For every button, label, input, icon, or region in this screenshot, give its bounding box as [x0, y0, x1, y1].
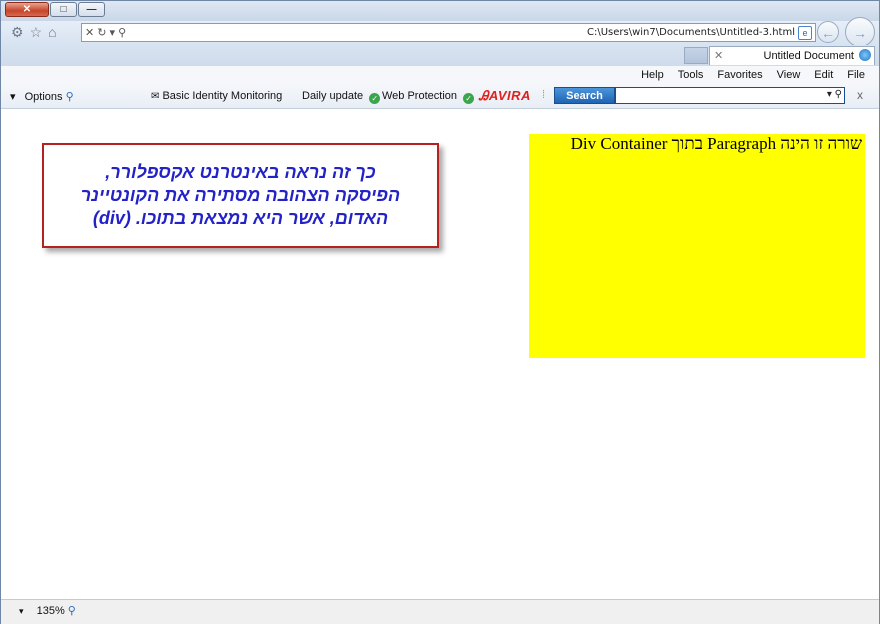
menu-edit[interactable]: Edit [814, 69, 833, 81]
search-dropdown-icon[interactable]: ▾ ⚲ [827, 89, 842, 100]
menu-tools[interactable]: Tools [678, 69, 704, 81]
close-window-button[interactable]: ✕ [5, 2, 49, 17]
search-input[interactable]: ▾ ⚲ [615, 87, 845, 104]
minimize-window-button[interactable]: — [78, 2, 105, 17]
search-button[interactable]: Search [554, 87, 615, 104]
address-controls[interactable]: ✕ ↻ ▾ ⚲ [85, 26, 126, 39]
home-icon[interactable]: ⌂ [48, 24, 56, 41]
daily-update-label: Daily update [302, 90, 364, 102]
web-protection-button[interactable]: Web Protection ✓ [382, 90, 475, 104]
avira-logo: ᎯAVIRA [479, 88, 531, 104]
page-icon: e [798, 26, 812, 40]
forward-button[interactable]: → [845, 17, 875, 47]
tab-title: Untitled Document [763, 50, 855, 62]
tab-close-icon[interactable]: ✕ [714, 49, 723, 62]
daily-update-button[interactable]: Daily update ✓ [302, 90, 381, 104]
restore-window-button[interactable]: □ [50, 2, 77, 17]
check-icon: ✓ [463, 93, 475, 104]
chevron-down-icon: ▾ [19, 606, 24, 616]
identity-label: Basic Identity Monitoring [162, 90, 283, 102]
new-tab-button[interactable] [684, 47, 708, 64]
web-protection-label: Web Protection [382, 90, 458, 102]
chevron-down-icon: ▾ [10, 91, 16, 103]
zoom-icon: ⚲ [67, 605, 76, 617]
envelope-icon: ✉ [151, 91, 160, 102]
back-button[interactable]: ← [817, 21, 839, 43]
menu-bar: Help Tools Favorites View Edit File [1, 66, 879, 84]
callout-text: כך זה נראה באינטרנט אקספלורר, הפיסקה הצה… [80, 162, 401, 228]
red-div-container: כך זה נראה באינטרנט אקספלורר, הפיסקה הצה… [42, 143, 439, 248]
browser-window: ✕ □ — ⚙ ☆ ⌂ ✕ ↻ ▾ ⚲ C:\Users\win7\Docume… [0, 0, 880, 624]
zoom-level: 135% [36, 605, 65, 617]
star-icon[interactable]: ☆ [30, 24, 43, 41]
toolbar-close-icon[interactable]: x [857, 88, 863, 102]
yellow-paragraph-container: שורה זו הינה Paragraph בתוך Div Containe… [529, 134, 865, 358]
gear-icon[interactable]: ⚙ [11, 24, 24, 41]
menu-favorites[interactable]: Favorites [717, 69, 762, 81]
title-bar: ✕ □ — [1, 1, 879, 21]
paragraph-text: שורה זו הינה Paragraph בתוך Div Containe… [570, 134, 862, 153]
toolbar-separator-icon: ⁞ [542, 89, 546, 101]
tab-untitled-document[interactable]: ✕ Untitled Document [709, 46, 875, 65]
status-bar: ▾ 135% ⚲ [1, 599, 879, 624]
address-url[interactable]: C:\Users\win7\Documents\Untitled-3.html [587, 27, 795, 38]
check-icon: ✓ [369, 93, 381, 104]
options-label: Options [24, 91, 63, 103]
menu-view[interactable]: View [777, 69, 801, 81]
search-icon: ⚲ [65, 91, 74, 103]
menu-file[interactable]: File [847, 69, 865, 81]
ie-icon [859, 49, 871, 61]
avira-umbrella-icon: Ꭿ [479, 88, 489, 103]
avira-brand: AVIRA [488, 88, 531, 103]
options-menu[interactable]: ▾ Options ⚲ [10, 90, 74, 103]
menu-help[interactable]: Help [641, 69, 664, 81]
zoom-control[interactable]: ▾ 135% ⚲ [19, 604, 76, 617]
address-bar[interactable]: ✕ ↻ ▾ ⚲ C:\Users\win7\Documents\Untitled… [81, 23, 816, 42]
identity-monitoring-button[interactable]: ✉ Basic Identity Monitoring [151, 90, 282, 102]
